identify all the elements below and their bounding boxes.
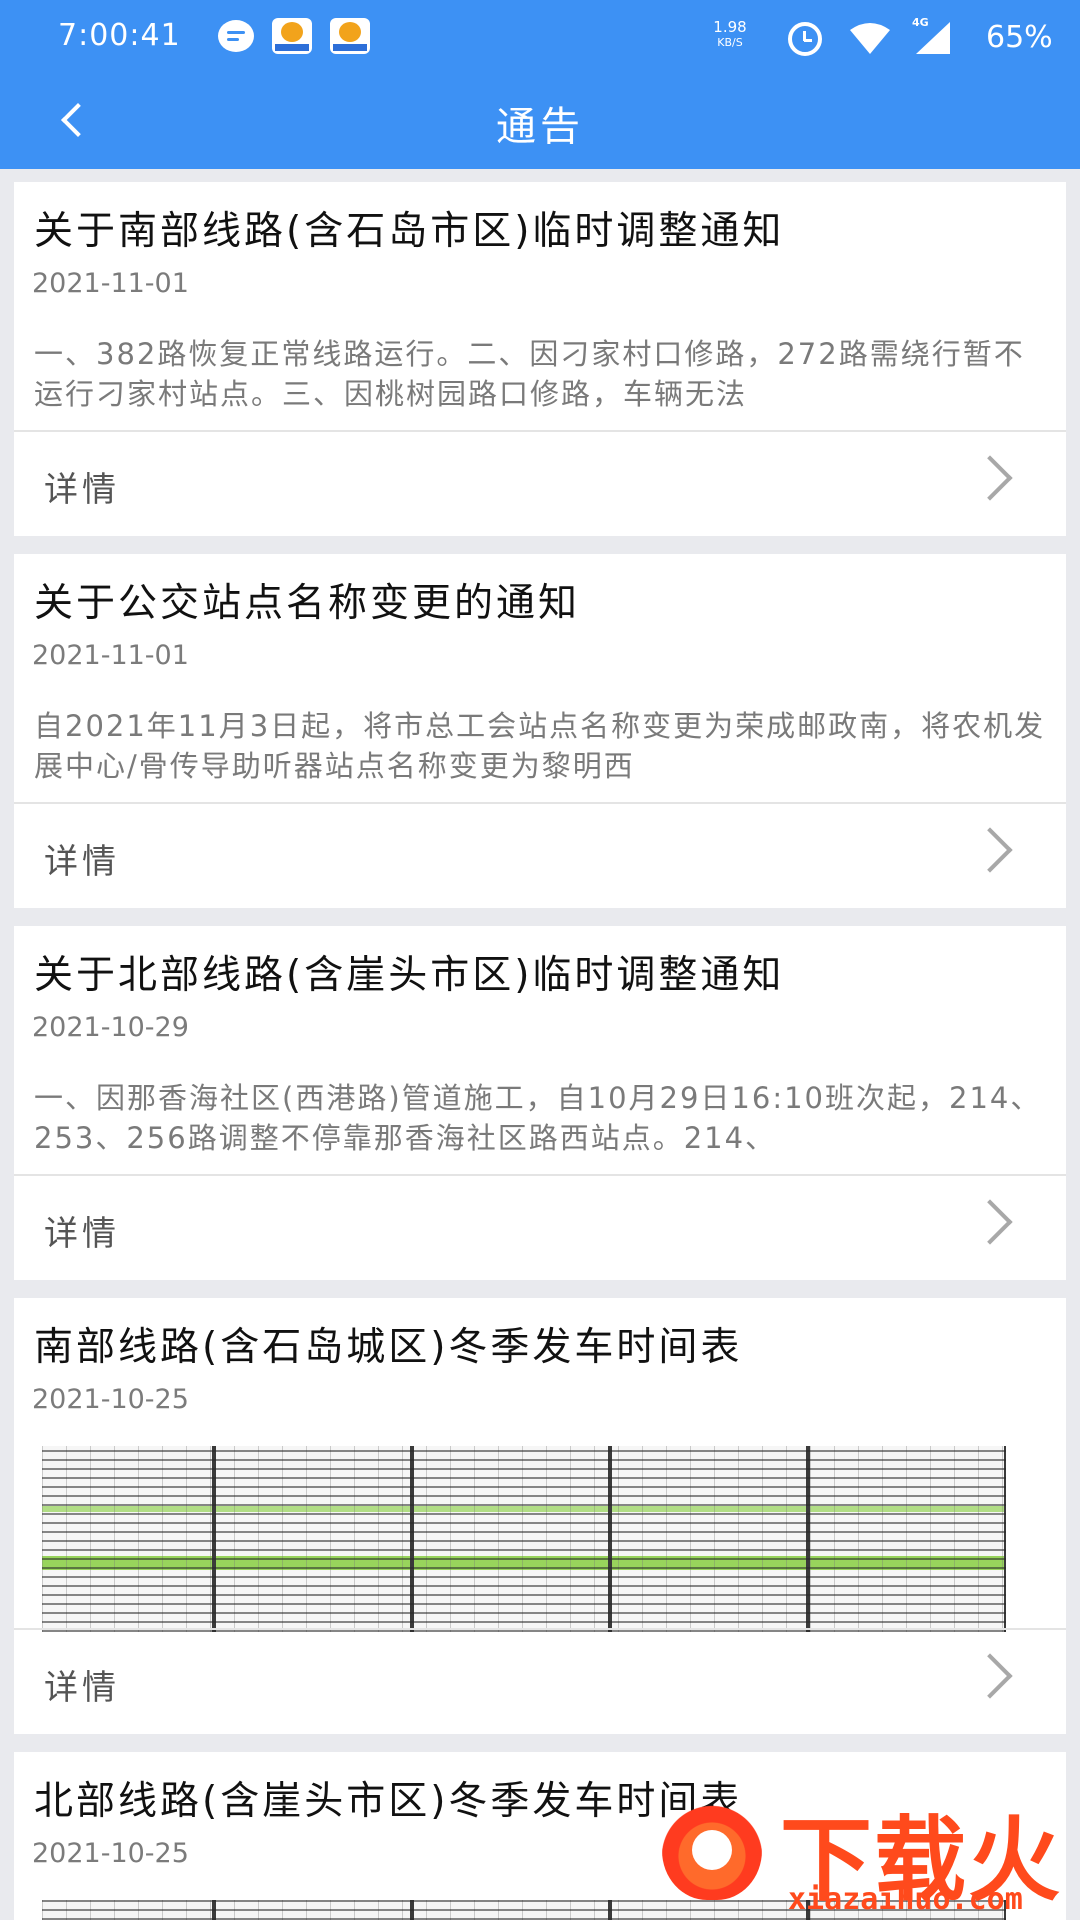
- notice-title: 关于北部线路(含崖头市区)临时调整通知: [34, 953, 785, 998]
- battery-percentage: 65%: [986, 20, 1053, 55]
- page-title: 通告: [496, 104, 584, 150]
- alarm-icon: [788, 22, 822, 56]
- notice-summary: 自2021年11月3日起，将市总工会站点名称变更为荣成邮政南，将农机发展中心/骨…: [34, 709, 1046, 783]
- watermark-url: xiazaihuo.com: [788, 1882, 1023, 1917]
- notice-summary: 一、因那香海社区(西港路)管道施工，自10月29日16:10班次起，214、25…: [34, 1081, 1042, 1155]
- notice-title: 关于公交站点名称变更的通知: [34, 581, 581, 626]
- notice-title: 南部线路(含石岛城区)冬季发车时间表: [34, 1325, 743, 1370]
- details-button[interactable]: 详情: [14, 1176, 1066, 1280]
- details-label: 详情: [44, 1668, 120, 1708]
- status-right: 1.98 KB/S 4G 65%: [660, 0, 1080, 76]
- details-label: 详情: [44, 470, 120, 510]
- notice-card[interactable]: 关于南部线路(含石岛市区)临时调整通知 2021-11-01 一、382路恢复正…: [14, 182, 1066, 536]
- flame-logo-icon: [662, 1790, 762, 1900]
- network-speed: 1.98 KB/S: [713, 18, 747, 50]
- watermark-logo: 下载火 xiazaihuo.com: [640, 1780, 1080, 1920]
- chevron-right-icon: [967, 1653, 1013, 1699]
- title-bar: 通告: [0, 76, 1080, 169]
- notice-date: 2021-11-01: [32, 640, 189, 671]
- status-time: 7:00:41: [58, 18, 181, 53]
- notification-icons: [218, 18, 370, 54]
- status-bar: 7:00:41 1.98 KB/S 4G 65%: [0, 0, 1080, 76]
- message-icon: [218, 20, 254, 52]
- cellular-signal-icon: 4G: [912, 16, 952, 56]
- notice-date: 2021-10-25: [32, 1384, 189, 1415]
- timetable-image[interactable]: [42, 1446, 1006, 1632]
- chevron-right-icon: [967, 455, 1013, 501]
- details-label: 详情: [44, 1214, 120, 1254]
- chevron-right-icon: [967, 827, 1013, 873]
- details-label: 详情: [44, 842, 120, 882]
- notice-summary: 一、382路恢复正常线路运行。二、因刁家村口修路，272路需绕行暂不运行刁家村站…: [34, 337, 1025, 411]
- notice-date: 2021-10-29: [32, 1012, 189, 1043]
- details-button[interactable]: 详情: [14, 804, 1066, 908]
- wifi-icon: [850, 23, 890, 54]
- chevron-right-icon: [967, 1199, 1013, 1245]
- notice-date: 2021-10-25: [32, 1838, 189, 1869]
- app-header: 7:00:41 1.98 KB/S 4G 65% 通告: [0, 0, 1080, 169]
- details-button[interactable]: 详情: [14, 432, 1066, 536]
- app-notification-icon: [330, 18, 370, 54]
- notice-card[interactable]: 南部线路(含石岛城区)冬季发车时间表 2021-10-25 详情: [14, 1298, 1066, 1734]
- notice-title: 北部线路(含崖头市区)冬季发车时间表: [34, 1779, 743, 1824]
- notice-title: 关于南部线路(含石岛市区)临时调整通知: [34, 209, 785, 254]
- notice-card[interactable]: 关于公交站点名称变更的通知 2021-11-01 自2021年11月3日起，将市…: [14, 554, 1066, 908]
- notice-card[interactable]: 关于北部线路(含崖头市区)临时调整通知 2021-10-29 一、因那香海社区(…: [14, 926, 1066, 1280]
- details-button[interactable]: 详情: [14, 1630, 1066, 1734]
- notice-date: 2021-11-01: [32, 268, 189, 299]
- app-notification-icon: [272, 18, 312, 54]
